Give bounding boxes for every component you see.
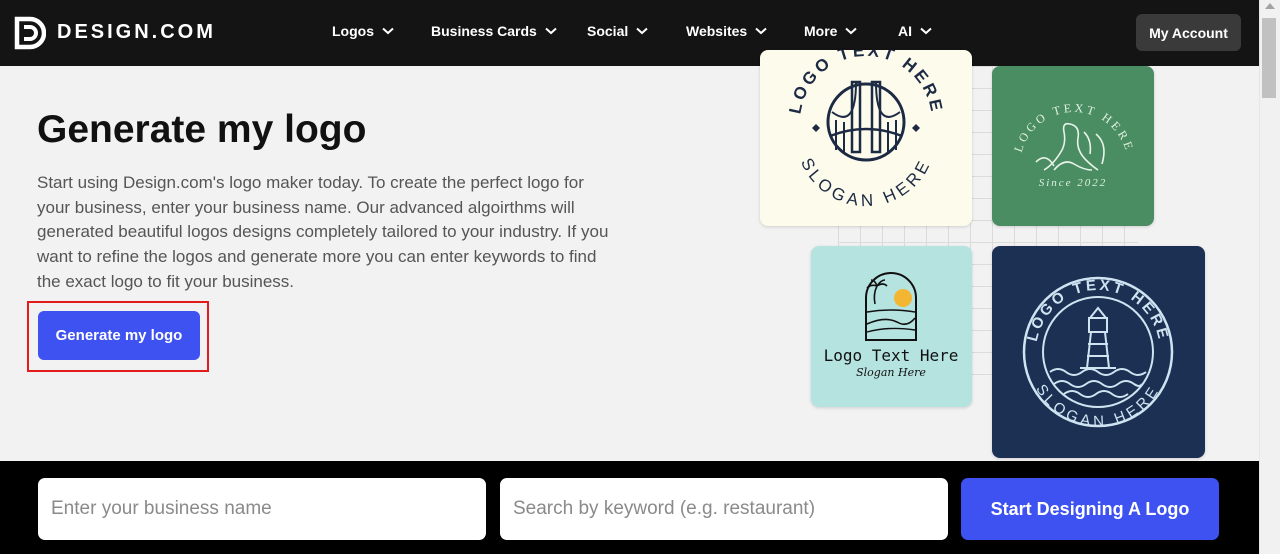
top-navigation-bar: DESIGN.COM Logos Business Cards Social W…	[0, 0, 1259, 66]
hero-description: Start using Design.com's logo maker toda…	[37, 173, 609, 291]
nav-business-cards[interactable]: Business Cards	[431, 23, 557, 39]
sample-logo-card-lighthouse[interactable]: LOGO TEXT HERE SLOGAN HERE	[992, 246, 1205, 458]
svg-text:SLOGAN HERE: SLOGAN HERE	[797, 155, 935, 210]
my-account-button[interactable]: My Account	[1136, 14, 1241, 51]
design-com-logo-icon[interactable]	[14, 16, 46, 50]
nav-more-label: More	[804, 23, 838, 39]
business-name-input[interactable]	[38, 478, 486, 540]
generate-my-logo-button[interactable]: Generate my logo	[38, 311, 200, 360]
chevron-down-icon	[636, 27, 648, 35]
nav-websites-label: Websites	[686, 23, 748, 39]
scroll-up-arrow-icon[interactable]	[1265, 3, 1275, 9]
nav-websites[interactable]: Websites	[686, 23, 767, 39]
brand-name[interactable]: DESIGN.COM	[57, 21, 216, 44]
sample-logo-card-beach[interactable]: Logo Text Here Slogan Here	[811, 246, 972, 407]
card2-since-text: Since 2022	[1039, 177, 1108, 189]
lighthouse-logo-icon: LOGO TEXT HERE SLOGAN HERE	[1022, 277, 1174, 430]
nav-social-label: Social	[587, 23, 629, 39]
nav-more[interactable]: More	[804, 23, 858, 39]
card3-title-text: Logo Text Here	[824, 346, 959, 365]
mermaid-logo-icon: LOGO TEXT HERE Since 2022	[1011, 101, 1137, 189]
nav-logos-label: Logos	[332, 23, 374, 39]
svg-text:SLOGAN HERE: SLOGAN HERE	[1032, 381, 1163, 430]
chevron-down-icon	[382, 27, 394, 35]
sample-logo-card-mermaid[interactable]: LOGO TEXT HERE Since 2022	[992, 66, 1154, 226]
page-title: Generate my logo	[37, 108, 367, 151]
svg-text:LOGO TEXT HERE: LOGO TEXT HERE	[1011, 101, 1137, 154]
nav-logos[interactable]: Logos	[332, 23, 394, 39]
card1-bottom-text: SLOGAN HERE	[797, 155, 931, 210]
chevron-down-icon	[920, 27, 932, 35]
bridge-logo-icon: LOGO TEXT HERE SLOGAN HERE	[785, 50, 943, 210]
nav-ai-label: AI	[898, 23, 912, 39]
start-designing-button[interactable]: Start Designing A Logo	[961, 478, 1219, 540]
card3-slogan-text: Slogan Here	[856, 366, 926, 379]
card4-bottom-text: SLOGAN HERE	[1032, 381, 1159, 430]
nav-business-cards-label: Business Cards	[431, 23, 537, 39]
keyword-search-input[interactable]	[500, 478, 948, 540]
beach-logo-icon: Logo Text Here Slogan Here	[824, 272, 959, 379]
chevron-down-icon	[755, 27, 767, 35]
sample-logo-card-bridge[interactable]: LOGO TEXT HERE SLOGAN HERE	[760, 50, 972, 226]
card2-top-text: LOGO TEXT HERE	[1011, 101, 1134, 154]
nav-ai[interactable]: AI	[898, 23, 932, 39]
chevron-down-icon	[545, 27, 557, 35]
nav-social[interactable]: Social	[587, 23, 648, 39]
scrollbar-thumb[interactable]	[1262, 18, 1276, 98]
chevron-down-icon	[845, 27, 858, 35]
